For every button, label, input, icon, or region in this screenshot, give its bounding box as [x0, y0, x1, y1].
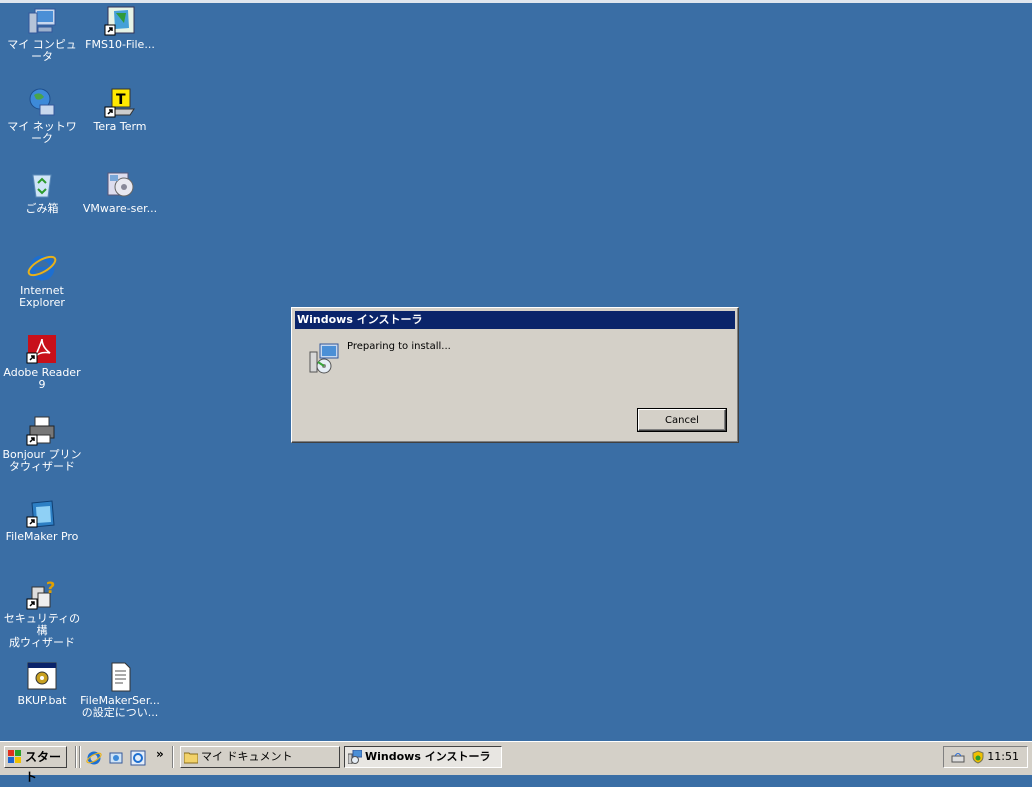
network-tray-icon[interactable]	[951, 750, 965, 764]
task-my-documents[interactable]: マイ ドキュメント	[180, 746, 340, 768]
filemaker-pro-icon	[26, 497, 58, 529]
desktop-icon-label: FMS10-File...	[85, 38, 155, 51]
desktop-icon-security-wizard[interactable]: ? セキュリティの構 成ウィザード	[2, 578, 82, 649]
filemaker-server-shortcut-icon	[104, 5, 136, 37]
desktop-icon-label: マイ コンピュータ	[7, 38, 77, 63]
adobe-reader-icon	[26, 333, 58, 365]
quick-launch-ie-icon[interactable]	[86, 750, 102, 766]
taskbar-separator	[79, 746, 81, 768]
desktop-icon-bkup-bat[interactable]: BKUP.bat	[2, 661, 82, 707]
desktop-icon-filemaker-pro[interactable]: FileMaker Pro	[2, 497, 82, 543]
desktop-icon-label: FileMakerSer... の設定につい...	[80, 694, 160, 719]
desktop-icon-my-computer[interactable]: マイ コンピュータ	[2, 5, 82, 63]
my-computer-icon	[26, 5, 58, 37]
desktop-icon-recycle-bin[interactable]: ごみ箱	[2, 169, 82, 215]
svg-text:T: T	[116, 92, 126, 108]
desktop-icon-vmware-server[interactable]: VMware-ser...	[80, 169, 160, 215]
folder-icon	[183, 750, 199, 764]
desktop-icon-tera-term[interactable]: T Tera Term	[80, 87, 160, 133]
quick-launch-explorer-icon[interactable]	[108, 750, 124, 766]
text-document-icon	[104, 661, 136, 693]
desktop-icon-filemakerserver-doc[interactable]: FileMakerSer... の設定につい...	[80, 661, 160, 719]
batch-file-icon	[26, 661, 58, 693]
system-tray: 11:51	[943, 746, 1028, 768]
taskbar-separator	[75, 746, 77, 768]
desktop-icon-internet-explorer[interactable]: Internet Explorer	[2, 251, 82, 309]
installer-dialog: Windows インストーラ Preparing to install... C…	[291, 307, 739, 443]
clock[interactable]: 11:51	[987, 747, 1019, 767]
quick-launch-overflow-chevron[interactable]: »	[156, 747, 164, 761]
desktop-icon-label: Internet Explorer	[19, 284, 65, 309]
start-button[interactable]: スタート	[4, 746, 67, 784]
vmware-server-icon	[104, 169, 136, 201]
dialog-title[interactable]: Windows インストーラ	[295, 311, 735, 329]
quick-launch-ie-alt-icon[interactable]	[130, 750, 146, 766]
task-label: Windows インストーラ	[365, 750, 491, 763]
taskbar-separator	[172, 746, 174, 768]
windows-flag-icon	[8, 750, 22, 764]
recycle-bin-icon	[26, 169, 58, 201]
desktop-icon-fms10-file[interactable]: FMS10-File...	[80, 5, 160, 51]
desktop-icon-label: BKUP.bat	[17, 694, 67, 707]
security-wizard-icon: ?	[26, 578, 58, 611]
security-shield-tray-icon[interactable]	[971, 750, 985, 764]
task-windows-installer[interactable]: Windows インストーラ	[344, 746, 502, 768]
task-label: マイ ドキュメント	[201, 750, 293, 763]
desktop: マイ コンピュータ マイ ネットワーク ごみ箱 Internet Explore…	[0, 3, 1032, 741]
printer-icon	[26, 415, 58, 447]
dialog-message: Preparing to install...	[347, 341, 451, 352]
desktop-icon-label: マイ ネットワーク	[7, 120, 77, 145]
internet-explorer-icon	[26, 251, 58, 283]
desktop-icon-bonjour-printer-wizard[interactable]: Bonjour プリン タウィザード	[2, 415, 82, 473]
desktop-icon-label: VMware-ser...	[82, 202, 158, 215]
desktop-icon-label: Adobe Reader 9	[3, 366, 81, 391]
desktop-icon-label: Bonjour プリン タウィザード	[2, 448, 82, 473]
desktop-icon-my-network[interactable]: マイ ネットワーク	[2, 87, 82, 145]
desktop-icon-label: セキュリティの構 成ウィザード	[3, 612, 81, 649]
my-network-icon	[26, 87, 58, 119]
cancel-button[interactable]: Cancel	[637, 408, 727, 432]
desktop-icon-label: ごみ箱	[25, 202, 59, 215]
installer-icon	[308, 342, 340, 374]
desktop-icon-label: Tera Term	[93, 120, 147, 133]
taskbar: スタート » マイ ドキュメント Windows インストーラ 11:51	[0, 741, 1032, 784]
desktop-icon-label: FileMaker Pro	[5, 530, 79, 543]
svg-text:?: ?	[46, 579, 55, 597]
tera-term-icon: T	[104, 87, 136, 119]
desktop-icon-adobe-reader[interactable]: Adobe Reader 9	[2, 333, 82, 391]
installer-icon	[347, 749, 363, 765]
start-label: スタート	[25, 750, 62, 784]
